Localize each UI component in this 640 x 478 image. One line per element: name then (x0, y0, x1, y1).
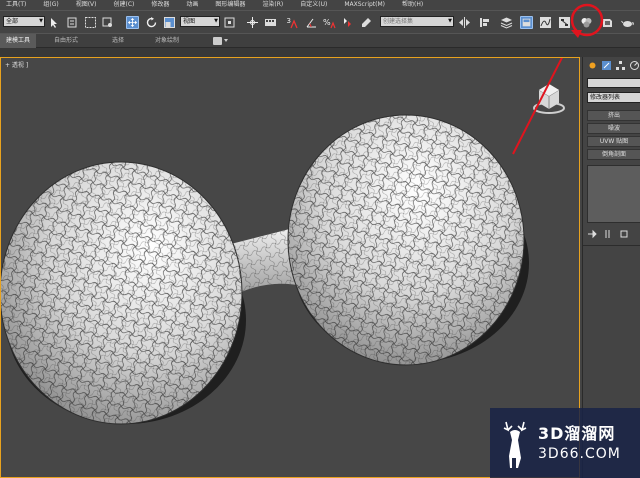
selection-filter-value: 全部 (6, 18, 19, 25)
rectangular-selection-icon[interactable] (84, 16, 97, 29)
pivot-center-icon[interactable] (223, 16, 236, 29)
menu-animation[interactable]: 动画 (186, 0, 198, 10)
object-name-field[interactable] (587, 78, 640, 88)
selection-filter-dropdown[interactable]: 全部 ▼ (3, 16, 45, 27)
deer-logo-icon (503, 421, 527, 468)
svg-text:%: % (323, 18, 331, 27)
spinner-snap-icon[interactable] (341, 16, 354, 29)
menu-tools[interactable]: 工具(T) (6, 0, 26, 10)
curve-editor-icon[interactable] (539, 16, 552, 29)
angle-snap-icon[interactable] (305, 16, 318, 29)
modifier-stack[interactable] (587, 165, 640, 223)
uvw-map-modifier-button[interactable]: UVW 贴图 (587, 136, 640, 147)
select-by-name-icon[interactable] (66, 16, 79, 29)
viewport-label[interactable]: + 透视 ] (5, 60, 28, 69)
reference-coordinate-value: 视图 (183, 18, 196, 25)
menu-help[interactable]: 帮助(H) (402, 0, 423, 10)
show-end-result-icon[interactable] (603, 229, 613, 239)
chevron-down-icon: ▼ (214, 18, 218, 24)
select-and-manipulate-icon[interactable] (246, 16, 259, 29)
chevron-down-icon: ▼ (39, 18, 43, 24)
select-object-icon[interactable] (48, 16, 61, 29)
tab-modeling-tools[interactable]: 建模工具 (0, 34, 37, 48)
svg-text:3: 3 (287, 17, 291, 25)
panel-divider (583, 245, 640, 246)
snaps-toggle-icon[interactable]: 3 (286, 16, 299, 29)
create-tab-icon[interactable] (587, 60, 598, 71)
ribbon-collapsed-panel (0, 48, 640, 57)
menu-create[interactable]: 创建(C) (114, 0, 135, 10)
watermark-site: 3D66.COM (538, 446, 621, 462)
modifier-list-label: 修改器列表 (590, 94, 621, 101)
schematic-view-icon[interactable] (558, 16, 571, 29)
viewcube[interactable] (533, 84, 565, 114)
menu-views[interactable]: 视图(V) (76, 0, 97, 10)
select-and-rotate-icon[interactable] (145, 16, 158, 29)
named-selection-set-input[interactable]: 创建选择集 ▼ (380, 16, 454, 27)
modify-tab-icon[interactable] (601, 60, 612, 71)
percent-snap-icon[interactable]: % (323, 16, 336, 29)
edit-named-selection-icon[interactable] (360, 16, 373, 29)
extrude-modifier-button[interactable]: 挤出 (587, 110, 640, 121)
tab-freeform[interactable]: 自由形式 (54, 34, 78, 48)
window-crossing-icon[interactable] (101, 16, 114, 29)
ribbon-toggle-icon[interactable] (213, 37, 229, 45)
pin-stack-icon[interactable] (587, 229, 597, 239)
tab-object-paint[interactable]: 对象绘制 (155, 34, 179, 48)
material-editor-icon[interactable] (580, 16, 593, 29)
reference-coordinate-dropdown[interactable]: 视图 ▼ (180, 16, 220, 27)
watermark: 3D溜溜网 3D66.COM (490, 408, 640, 478)
keyboard-shortcut-icon[interactable] (264, 16, 277, 29)
select-and-move-icon[interactable] (126, 16, 139, 29)
stack-controls (587, 227, 640, 240)
named-selection-placeholder: 创建选择集 (383, 18, 414, 25)
menu-group[interactable]: 组(G) (43, 0, 58, 10)
graphite-ribbon: 建模工具 自由形式 选择 对象绘制 (0, 33, 640, 48)
menu-modifiers[interactable]: 修改器 (151, 0, 169, 10)
mirror-icon[interactable] (458, 16, 471, 29)
menu-maxscript[interactable]: MAXScript(M) (344, 0, 385, 10)
menu-graph-editors[interactable]: 图形编辑器 (215, 0, 245, 10)
modifier-list-dropdown[interactable]: 修改器列表 (587, 92, 640, 103)
menu-customize[interactable]: 自定义(U) (300, 0, 327, 10)
make-unique-icon[interactable] (619, 229, 629, 239)
render-setup-icon[interactable] (601, 16, 614, 29)
graphite-ribbon-toggle-icon[interactable] (520, 16, 533, 29)
motion-tab-icon[interactable] (629, 60, 640, 71)
main-toolbar: 全部 ▼ 视图 ▼ 3 % 创建选择集 ▼ (0, 10, 640, 33)
hierarchy-tab-icon[interactable] (615, 60, 626, 71)
menu-rendering[interactable]: 渲染(R) (262, 0, 283, 10)
layer-manager-icon[interactable] (500, 16, 513, 29)
bevel-profile-modifier-button[interactable]: 倒角剖面 (587, 149, 640, 160)
chevron-down-icon: ▼ (448, 18, 452, 24)
tab-selection[interactable]: 选择 (112, 34, 124, 48)
watermark-title: 3D溜溜网 (538, 424, 616, 443)
noise-modifier-button[interactable]: 噪波 (587, 123, 640, 134)
align-icon[interactable] (478, 16, 491, 29)
menu-bar: 工具(T) 组(G) 视图(V) 创建(C) 修改器 动画 图形编辑器 渲染(R… (0, 0, 640, 10)
select-and-scale-icon[interactable] (163, 16, 176, 29)
render-teapot-icon[interactable] (621, 16, 634, 29)
